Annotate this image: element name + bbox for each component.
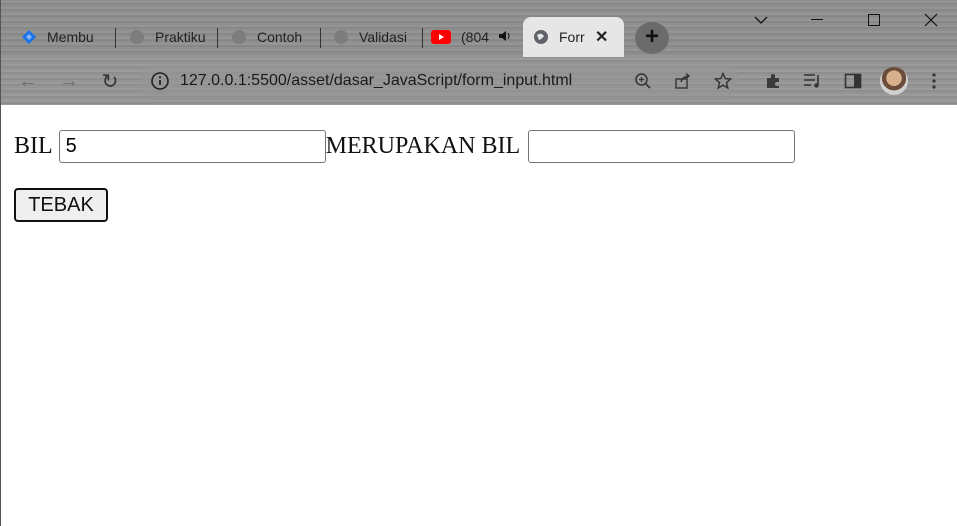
bil-input[interactable] (58, 130, 326, 163)
tab-form-active[interactable]: Forr ✕ (523, 17, 624, 57)
blue-diamond-icon (21, 29, 37, 45)
chevron-down-icon[interactable] (741, 6, 781, 34)
form-row: BIL MERUPAKAN BIL (14, 130, 796, 163)
tab-label: Forr (559, 29, 585, 45)
tab-contoh[interactable]: Contoh (231, 21, 309, 53)
address-bar[interactable]: 127.0.0.1:5500/asset/dasar_JavaScript/fo… (139, 63, 739, 99)
back-arrow-icon[interactable]: ← (15, 68, 41, 94)
star-bookmark-icon[interactable] (711, 69, 735, 93)
tab-separator (320, 28, 321, 48)
profile-avatar[interactable] (880, 67, 908, 95)
merupakan-label: MERUPAKAN BIL (325, 133, 521, 159)
close-icon[interactable]: ✕ (595, 27, 608, 47)
tab-label: Validasi (359, 29, 407, 45)
tab-separator (422, 28, 423, 48)
zoom-icon[interactable] (631, 69, 655, 93)
new-tab-button[interactable]: + (635, 22, 669, 54)
tab-youtube[interactable]: (804 (431, 21, 511, 53)
tab-label: Contoh (257, 29, 303, 45)
browser-toolbar: ← → ↻ 127.0.0.1:5500/asset/dasar_JavaScr… (1, 57, 957, 105)
window-close-icon[interactable] (911, 6, 951, 34)
tab-membu[interactable]: Membu (21, 21, 99, 53)
tab-label: Membu (47, 29, 94, 45)
speaker-icon[interactable] (497, 29, 511, 46)
tab-label: Praktiku (155, 29, 206, 45)
tab-strip: Membu Praktiku Contoh Validasi (804 Forr… (1, 0, 957, 60)
forward-arrow-icon[interactable]: → (56, 68, 82, 94)
side-panel-icon[interactable] (841, 69, 865, 93)
globe-icon (533, 29, 549, 45)
share-icon[interactable] (671, 69, 695, 93)
tab-separator (115, 28, 116, 48)
maximize-icon[interactable] (854, 6, 894, 34)
globe-icon (333, 29, 349, 45)
url-text: 127.0.0.1:5500/asset/dasar_JavaScript/fo… (180, 72, 573, 89)
minimize-icon[interactable] (797, 6, 837, 34)
bil-label: BIL (14, 133, 53, 159)
media-queue-icon[interactable] (801, 69, 825, 93)
tab-praktiku[interactable]: Praktiku (129, 21, 215, 53)
tebak-button[interactable]: TEBAK (14, 188, 108, 222)
globe-icon (129, 29, 145, 45)
tab-validasi[interactable]: Validasi (333, 21, 411, 53)
globe-icon (231, 29, 247, 45)
page-content: BIL MERUPAKAN BIL TEBAK (1, 105, 957, 526)
result-input[interactable] (528, 130, 796, 163)
kebab-menu-icon[interactable] (922, 69, 946, 93)
tab-separator (217, 28, 218, 48)
reload-icon[interactable]: ↻ (97, 68, 123, 94)
info-icon[interactable] (151, 72, 169, 95)
extensions-puzzle-icon[interactable] (761, 69, 785, 93)
youtube-icon (431, 29, 451, 45)
browser-window: Membu Praktiku Contoh Validasi (804 Forr… (0, 0, 957, 526)
tab-label: (804 (461, 29, 490, 45)
